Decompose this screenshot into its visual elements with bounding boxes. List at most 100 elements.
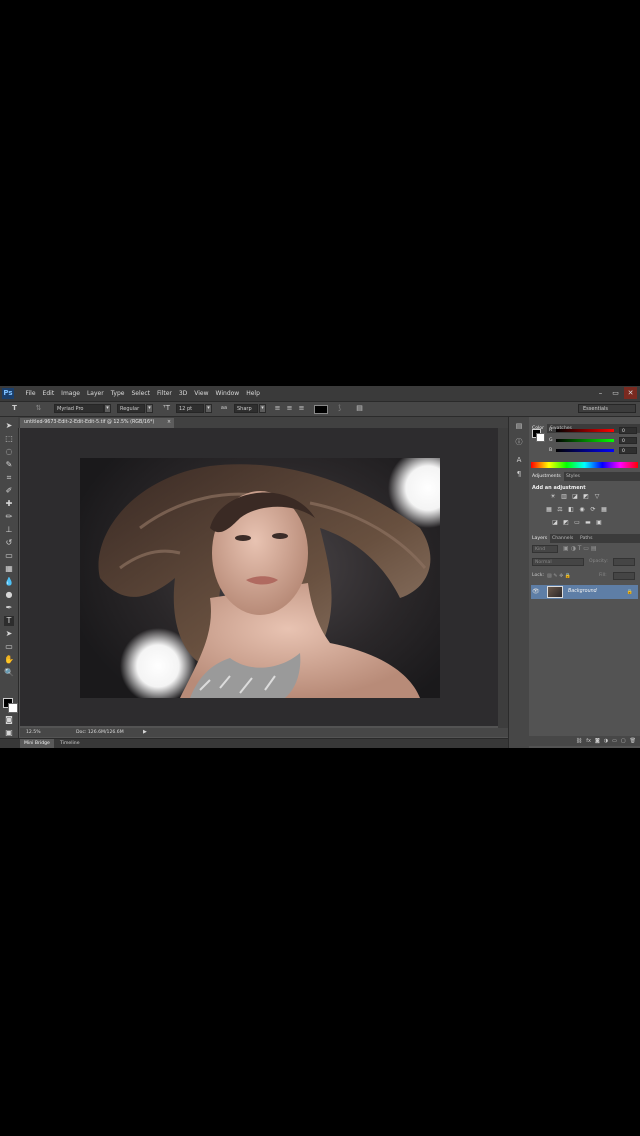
menu-filter[interactable]: Filter <box>154 386 176 401</box>
marquee-tool-icon[interactable]: ⬚ <box>4 434 14 444</box>
background-color-swatch[interactable] <box>8 703 18 713</box>
fill-input[interactable] <box>613 572 635 580</box>
new-group-icon[interactable]: ▭ <box>612 736 617 746</box>
blur-tool-icon[interactable]: 💧 <box>4 577 14 587</box>
new-layer-icon[interactable]: ▢ <box>621 736 626 746</box>
history-brush-tool-icon[interactable]: ↺ <box>4 538 14 548</box>
brush-tool-icon[interactable]: ✏ <box>4 512 14 522</box>
color-spectrum-ramp[interactable] <box>531 462 638 468</box>
blue-value[interactable]: 0 <box>619 447 637 454</box>
font-family-select[interactable]: Myriad Pro <box>54 404 104 413</box>
antialias-dropdown-icon[interactable]: ▾ <box>259 404 266 413</box>
tab-styles[interactable]: Styles <box>563 472 583 481</box>
photo-filter-icon[interactable]: ◉ <box>578 506 586 514</box>
lock-icons[interactable]: ▨ ✎ ✥ 🔒 <box>547 572 571 580</box>
layer-filter-kind[interactable]: Kind <box>532 545 558 553</box>
tab-timeline[interactable]: Timeline <box>56 739 84 748</box>
hand-tool-icon[interactable]: ✋ <box>4 655 14 665</box>
vertical-scrollbar[interactable] <box>498 428 508 728</box>
menu-file[interactable]: File <box>22 386 39 401</box>
link-layers-icon[interactable]: ⛓ <box>576 736 582 746</box>
font-size-dropdown-icon[interactable]: ▾ <box>205 404 212 413</box>
tab-channels[interactable]: Channels <box>549 534 576 543</box>
delete-layer-icon[interactable]: 🗑 <box>630 736 636 746</box>
posterize-icon[interactable]: ◩ <box>562 519 570 527</box>
channel-mixer-icon[interactable]: ⟳ <box>589 506 597 514</box>
align-left-icon[interactable]: ≡ <box>273 404 282 413</box>
color-lookup-icon[interactable]: ▦ <box>600 506 608 514</box>
shape-tool-icon[interactable]: ▭ <box>4 642 14 652</box>
orientation-toggle-icon[interactable]: ⇅ <box>34 404 43 413</box>
red-value[interactable]: 0 <box>619 427 637 434</box>
brightness-contrast-icon[interactable]: ☀ <box>549 493 557 501</box>
gradient-tool-icon[interactable]: ▦ <box>4 564 14 574</box>
invert-icon[interactable]: ◪ <box>551 519 559 527</box>
selective-color-icon[interactable]: ▣ <box>595 519 603 527</box>
layer-filter-icons[interactable]: ▣ ◑ T ▭ ▤ <box>563 545 597 554</box>
zoom-tool-icon[interactable]: 🔍 <box>4 668 14 678</box>
threshold-icon[interactable]: ▭ <box>573 519 581 527</box>
tab-mini-bridge[interactable]: Mini Bridge <box>20 739 54 748</box>
color-panel-background[interactable] <box>536 433 545 442</box>
canvas-area[interactable] <box>20 428 498 726</box>
tab-paths[interactable]: Paths <box>577 534 596 543</box>
close-window-button[interactable]: ✕ <box>624 387 637 399</box>
font-style-dropdown-icon[interactable]: ▾ <box>146 404 153 413</box>
antialias-select[interactable]: Sharp <box>234 404 258 413</box>
eyedropper-tool-icon[interactable]: ✐ <box>4 486 14 496</box>
screen-mode-icon[interactable]: ▣ <box>4 728 14 738</box>
green-value[interactable]: 0 <box>619 437 637 444</box>
opacity-input[interactable] <box>613 558 635 566</box>
menu-edit[interactable]: Edit <box>39 386 58 401</box>
lasso-tool-icon[interactable]: ◌ <box>4 447 14 457</box>
character-panel-icon[interactable]: ▤ <box>355 404 364 413</box>
menu-help[interactable]: Help <box>243 386 264 401</box>
add-mask-icon[interactable]: ◙ <box>595 736 600 746</box>
foreground-background-colors[interactable] <box>3 698 18 713</box>
font-family-dropdown-icon[interactable]: ▾ <box>104 404 111 413</box>
move-tool-icon[interactable]: ➤ <box>4 421 14 431</box>
text-color-swatch[interactable] <box>314 405 328 414</box>
paragraph-panel-icon[interactable]: ¶ <box>513 469 525 479</box>
red-slider[interactable]: R 0 <box>549 427 639 435</box>
properties-panel-icon[interactable]: ⓘ <box>513 437 525 447</box>
add-layer-style-icon[interactable]: fx <box>586 736 591 746</box>
path-selection-tool-icon[interactable]: ➤ <box>4 629 14 639</box>
blend-mode-select[interactable]: Normal <box>532 558 584 566</box>
quick-selection-tool-icon[interactable]: ✎ <box>4 460 14 470</box>
menu-image[interactable]: Image <box>58 386 84 401</box>
menu-window[interactable]: Window <box>212 386 243 401</box>
color-balance-icon[interactable]: ⚖ <box>556 506 564 514</box>
tab-adjustments[interactable]: Adjustments <box>529 472 564 481</box>
layer-name[interactable]: Background <box>568 585 597 599</box>
status-menu-arrow[interactable]: ▶ <box>143 728 147 737</box>
dodge-tool-icon[interactable]: ● <box>4 590 14 600</box>
crop-tool-icon[interactable]: ⌗ <box>4 473 14 483</box>
font-style-select[interactable]: Regular <box>117 404 145 413</box>
layer-row-background[interactable]: 👁 Background 🔒 <box>531 585 638 599</box>
warp-text-icon[interactable]: ⟆ <box>335 404 344 413</box>
color-panel-swatches[interactable] <box>532 429 545 442</box>
minimize-button[interactable]: – <box>594 387 607 399</box>
levels-icon[interactable]: ▥ <box>560 493 568 501</box>
zoom-level[interactable]: 12.5% <box>26 728 41 737</box>
curves-icon[interactable]: ◪ <box>571 493 579 501</box>
pen-tool-icon[interactable]: ✒ <box>4 603 14 613</box>
menu-select[interactable]: Select <box>128 386 154 401</box>
quick-mask-icon[interactable]: ◙ <box>4 715 14 725</box>
menu-3d[interactable]: 3D <box>175 386 190 401</box>
menu-type[interactable]: Type <box>107 386 128 401</box>
gradient-map-icon[interactable]: ▬ <box>584 519 592 527</box>
menu-layer[interactable]: Layer <box>83 386 107 401</box>
font-size-select[interactable]: 12 pt <box>176 404 204 413</box>
history-panel-icon[interactable]: ▤ <box>513 421 525 431</box>
close-tab-icon[interactable]: × <box>167 418 171 428</box>
type-tool-icon[interactable]: T <box>4 616 14 626</box>
hue-saturation-icon[interactable]: ▦ <box>545 506 553 514</box>
eraser-tool-icon[interactable]: ▭ <box>4 551 14 561</box>
black-white-icon[interactable]: ◧ <box>567 506 575 514</box>
menu-view[interactable]: View <box>191 386 212 401</box>
layer-visibility-eye-icon[interactable]: 👁 <box>532 587 540 597</box>
exposure-icon[interactable]: ◩ <box>582 493 590 501</box>
document-tab[interactable]: untitled-9673-Edit-2-Edit-Edit-5.tif @ 1… <box>20 418 174 428</box>
